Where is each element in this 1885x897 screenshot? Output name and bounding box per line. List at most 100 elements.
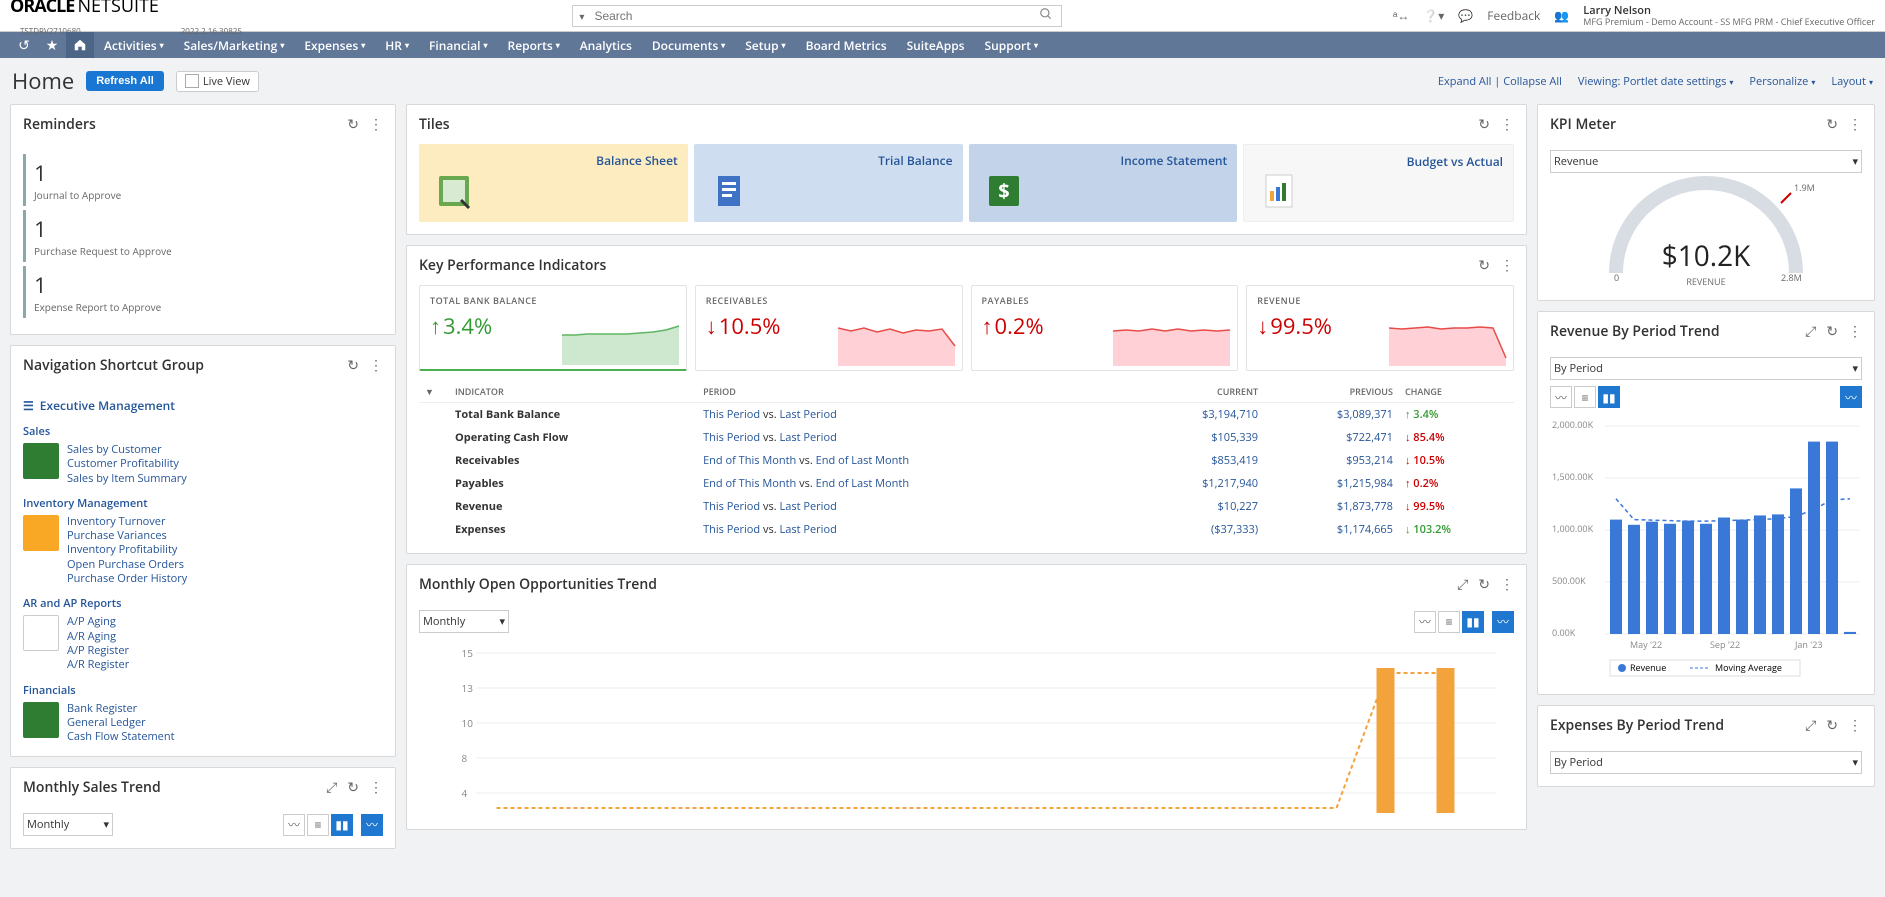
layout-select[interactable]: Layout xyxy=(1831,74,1873,89)
nav-analytics[interactable]: Analytics xyxy=(570,32,642,58)
search-icon[interactable] xyxy=(1031,7,1061,25)
refresh-icon[interactable]: ↻ xyxy=(1826,115,1838,134)
expand-icon[interactable]: ⤢ xyxy=(326,778,337,797)
refresh-icon[interactable]: ↻ xyxy=(1826,716,1838,735)
expand-all-link[interactable]: Expand All xyxy=(1438,74,1492,89)
shortcut-link[interactable]: A/P Register xyxy=(67,644,129,658)
reminder-item[interactable]: 1 Purchase Request to Approve xyxy=(23,210,383,262)
kpi-card[interactable]: REVENUE ↓99.5% xyxy=(1246,285,1514,371)
shortcut-link[interactable]: Bank Register xyxy=(67,702,175,716)
nav-documents[interactable]: Documents▾ xyxy=(642,32,735,58)
monthly-sales-period-select[interactable]: Monthly▾ xyxy=(23,813,113,836)
refresh-icon[interactable]: ↻ xyxy=(347,115,359,134)
shortcut-link[interactable]: A/R Register xyxy=(67,658,129,672)
nav-suiteapps[interactable]: SuiteApps xyxy=(897,32,975,58)
kpi-th-indicator[interactable]: INDICATOR xyxy=(449,381,697,403)
feedback-icon[interactable]: 💬 xyxy=(1458,7,1473,24)
chart-type-bar-icon[interactable]: ▮▮ xyxy=(1598,386,1620,408)
shortcut-link[interactable]: A/R Aging xyxy=(67,630,129,644)
shortcut-link[interactable]: Open Purchase Orders xyxy=(67,558,187,572)
kpi-card[interactable]: TOTAL BANK BALANCE ↑3.4% xyxy=(419,285,687,371)
kpi-collapse-icon[interactable]: ▼ xyxy=(419,381,449,403)
lang-icon[interactable]: ᵃ↔ xyxy=(1393,7,1409,24)
live-view-toggle[interactable]: Live View xyxy=(176,71,259,92)
help-icon[interactable]: ❔▾ xyxy=(1423,7,1444,24)
refresh-icon[interactable]: ↻ xyxy=(1826,322,1838,341)
chart-type-lines-icon[interactable]: ≡ xyxy=(1438,611,1460,633)
kpi-card[interactable]: RECEIVABLES ↓10.5% xyxy=(695,285,963,371)
kpi-th-current[interactable]: CURRENT xyxy=(1129,381,1264,403)
chart-type-combo-icon[interactable]: 〰 xyxy=(1492,611,1514,633)
open-opp-period-select[interactable]: Monthly▾ xyxy=(419,610,509,633)
kpi-meter-select[interactable]: Revenue▾ xyxy=(1550,150,1862,173)
portlet-menu-icon[interactable]: ⋮ xyxy=(369,778,383,797)
chart-type-lines-icon[interactable]: ≡ xyxy=(307,814,329,836)
chart-type-area-icon[interactable]: 〰 xyxy=(283,814,305,836)
refresh-icon[interactable]: ↻ xyxy=(1478,115,1490,134)
refresh-icon[interactable]: ↻ xyxy=(347,778,359,797)
shortcut-link[interactable]: Customer Profitability xyxy=(67,457,187,471)
chart-type-lines-icon[interactable]: ≡ xyxy=(1574,386,1596,408)
shortcut-link[interactable]: Inventory Turnover xyxy=(67,515,187,529)
nav-reports[interactable]: Reports▾ xyxy=(498,32,570,58)
reminder-item[interactable]: 1 Expense Report to Approve xyxy=(23,266,383,318)
global-search[interactable]: ▾ xyxy=(572,5,1062,27)
expand-icon[interactable]: ⤢ xyxy=(1805,716,1816,735)
chart-type-area-icon[interactable]: 〰 xyxy=(1414,611,1436,633)
shortcut-link[interactable]: Cash Flow Statement xyxy=(67,730,175,744)
collapse-all-link[interactable]: Collapse All xyxy=(1503,74,1562,89)
rev-trend-select[interactable]: By Period▾ xyxy=(1550,357,1862,380)
reminder-item[interactable]: 1 Journal to Approve xyxy=(23,154,383,206)
nav-financial[interactable]: Financial▾ xyxy=(419,32,498,58)
nav-setup[interactable]: Setup▾ xyxy=(735,32,795,58)
kpi-card[interactable]: PAYABLES ↑0.2% xyxy=(971,285,1239,371)
chart-type-combo-icon[interactable]: 〰 xyxy=(361,814,383,836)
chart-type-bar-icon[interactable]: ▮▮ xyxy=(1462,611,1484,633)
tile-trial-balance[interactable]: Trial Balance xyxy=(694,144,963,222)
chart-type-combo-icon[interactable]: 〰 xyxy=(1840,386,1862,408)
nav-activities[interactable]: Activities▾ xyxy=(94,32,174,58)
search-scope-caret-icon[interactable]: ▾ xyxy=(573,9,590,23)
chart-type-bar-icon[interactable]: ▮▮ xyxy=(331,814,353,836)
tile-balance-sheet[interactable]: Balance Sheet xyxy=(419,144,688,222)
refresh-icon[interactable]: ↻ xyxy=(1478,575,1490,594)
expand-icon[interactable]: ⤢ xyxy=(1457,575,1468,594)
shortcut-link[interactable]: Purchase Variances xyxy=(67,529,187,543)
viewing-select[interactable]: Viewing: Portlet date settings xyxy=(1578,74,1733,89)
shortcut-link[interactable]: Inventory Profitability xyxy=(67,543,187,557)
shortcut-link[interactable]: Sales by Item Summary xyxy=(67,472,187,486)
personalize-select[interactable]: Personalize xyxy=(1749,74,1815,89)
shortcut-link[interactable]: General Ledger xyxy=(67,716,175,730)
chart-type-area-icon[interactable]: 〰 xyxy=(1550,386,1572,408)
shortcut-link[interactable]: Sales by Customer xyxy=(67,443,187,457)
favorites-icon[interactable]: ★ xyxy=(38,32,66,58)
shortcut-link[interactable]: A/P Aging xyxy=(67,615,129,629)
portlet-menu-icon[interactable]: ⋮ xyxy=(369,115,383,134)
user-menu[interactable]: Larry Nelson MFG Premium - Demo Account … xyxy=(1583,5,1875,27)
exp-trend-select[interactable]: By Period▾ xyxy=(1550,751,1862,774)
home-icon[interactable] xyxy=(66,32,94,58)
refresh-all-button[interactable]: Refresh All xyxy=(86,71,164,91)
nav-hr[interactable]: HR▾ xyxy=(375,32,419,58)
shortcut-heading[interactable]: ☰ Executive Management xyxy=(23,397,383,414)
history-icon[interactable]: ↺ xyxy=(10,32,38,58)
shortcut-link[interactable]: Purchase Order History xyxy=(67,572,187,586)
portlet-menu-icon[interactable]: ⋮ xyxy=(1848,115,1862,134)
refresh-icon[interactable]: ↻ xyxy=(347,356,359,375)
tile-income-statement[interactable]: Income Statement $ xyxy=(969,144,1238,222)
kpi-th-change[interactable]: CHANGE xyxy=(1399,381,1514,403)
refresh-icon[interactable]: ↻ xyxy=(1478,256,1490,275)
roles-icon[interactable]: 👥 xyxy=(1554,7,1569,24)
search-input[interactable] xyxy=(590,9,1031,23)
kpi-th-previous[interactable]: PREVIOUS xyxy=(1264,381,1399,403)
nav-sales-marketing[interactable]: Sales/Marketing▾ xyxy=(174,32,295,58)
live-view-switch-icon[interactable] xyxy=(185,74,199,88)
nav-expenses[interactable]: Expenses▾ xyxy=(294,32,375,58)
portlet-menu-icon[interactable]: ⋮ xyxy=(1848,322,1862,341)
nav-board-metrics[interactable]: Board Metrics xyxy=(796,32,897,58)
feedback-link[interactable]: Feedback xyxy=(1487,7,1540,24)
nav-support[interactable]: Support▾ xyxy=(975,32,1048,58)
tile-budget-vs-actual[interactable]: Budget vs Actual xyxy=(1243,144,1514,222)
portlet-menu-icon[interactable]: ⋮ xyxy=(1500,256,1514,275)
portlet-menu-icon[interactable]: ⋮ xyxy=(1848,716,1862,735)
